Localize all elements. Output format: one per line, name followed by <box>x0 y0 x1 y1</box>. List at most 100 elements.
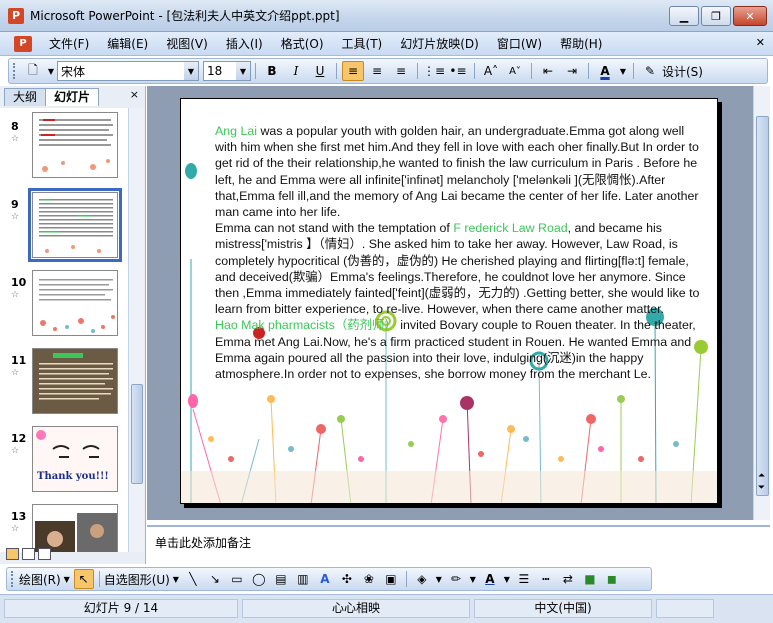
slide-thumbnail[interactable] <box>32 348 118 414</box>
slide-thumbnail[interactable] <box>32 112 118 178</box>
arrow-style-icon[interactable]: ⇄ <box>558 569 578 589</box>
slide-thumbnail[interactable]: Thank you!!! <box>32 426 118 492</box>
decrease-indent-icon[interactable]: ⇤ <box>537 61 559 81</box>
normal-view-icon[interactable] <box>6 548 19 560</box>
textbox-icon[interactable]: ▤ <box>271 569 291 589</box>
chevron-down-icon[interactable]: ▼ <box>434 569 444 589</box>
chevron-down-icon: ▼ <box>236 62 250 80</box>
menu-edit[interactable]: 编辑(E) <box>98 33 157 55</box>
character-name: Ang Lai <box>215 124 258 138</box>
3d-icon[interactable]: ◼ <box>602 569 622 589</box>
slide-sorter-icon[interactable] <box>22 548 35 560</box>
line-color-icon[interactable]: ✏ <box>446 569 466 589</box>
clipart-icon[interactable]: ❀ <box>359 569 379 589</box>
close-button[interactable]: ✕ <box>733 6 767 26</box>
tab-outline[interactable]: 大纲 <box>4 88 47 106</box>
previous-slide-icon[interactable]: ⏶ <box>753 470 770 482</box>
chevron-down-icon[interactable]: ▼ <box>468 569 478 589</box>
chevron-down-icon[interactable]: ▼ <box>502 569 512 589</box>
fill-color-icon[interactable]: ◈ <box>412 569 432 589</box>
status-bar: 幻灯片 9 / 14 心心相映 中文(中国) <box>0 594 773 623</box>
bold-button[interactable]: B <box>261 61 283 81</box>
increase-indent-icon[interactable]: ⇥ <box>561 61 583 81</box>
align-right-icon[interactable]: ≡ <box>390 61 412 81</box>
chevron-down-icon[interactable]: ▼ <box>171 569 181 589</box>
thumbnail-preview <box>39 119 113 172</box>
slide-thumbnail[interactable] <box>32 270 118 336</box>
line-icon[interactable]: ╲ <box>183 569 203 589</box>
menu-view[interactable]: 视图(V) <box>157 33 217 55</box>
font-color-icon[interactable]: A <box>594 61 616 81</box>
slide-nav-arrows: ⏶ ⏷ <box>753 470 770 494</box>
menu-format[interactable]: 格式(O) <box>272 33 333 55</box>
powerpoint-icon[interactable]: P <box>8 7 24 24</box>
paragraph-text: , and became his mistress['mistris 】（情妇）… <box>215 221 700 317</box>
shadow-icon[interactable]: ■ <box>580 569 600 589</box>
align-center-icon[interactable]: ≡ <box>366 61 388 81</box>
notes-pane[interactable]: 单击此处添加备注 <box>147 525 770 565</box>
chevron-down-icon[interactable]: ▼ <box>62 569 72 589</box>
select-pointer-icon[interactable]: ↖ <box>73 569 94 589</box>
scroll-thumb[interactable] <box>131 384 143 484</box>
diagram-icon[interactable]: ✣ <box>337 569 357 589</box>
slide-body-text[interactable]: Ang Lai was a popular youth with golden … <box>199 123 707 382</box>
thumbnail-preview <box>39 279 115 333</box>
doc-close-icon[interactable]: ✕ <box>756 36 765 49</box>
dropdown-icon[interactable]: ▼ <box>46 61 56 81</box>
document-icon[interactable]: P <box>14 35 32 52</box>
line-style-icon[interactable]: ☰ <box>514 569 534 589</box>
decrease-font-icon[interactable]: A˅ <box>504 61 526 81</box>
slide-scrollbar[interactable] <box>753 86 770 520</box>
current-slide[interactable]: Ang Lai was a popular youth with golden … <box>180 98 718 504</box>
scroll-thumb[interactable] <box>756 116 769 496</box>
rectangle-icon[interactable]: ▭ <box>227 569 247 589</box>
design-icon[interactable]: ✎ <box>639 61 661 81</box>
menu-tools[interactable]: 工具(T) <box>333 33 392 55</box>
numbered-list-icon[interactable]: ⋮≡ <box>423 61 445 81</box>
transition-star-icon: ☆ <box>11 446 20 456</box>
slide-thumbnail[interactable] <box>32 504 118 552</box>
oval-icon[interactable]: ◯ <box>249 569 269 589</box>
separator <box>336 63 337 79</box>
menu-file[interactable]: 文件(F) <box>40 33 98 55</box>
arrow-icon[interactable]: ↘ <box>205 569 225 589</box>
chevron-down-icon[interactable]: ▼ <box>618 61 628 81</box>
window-controls: ▁ ❐ ✕ <box>669 6 767 26</box>
slide-thumbnail-selected[interactable] <box>28 188 122 262</box>
underline-button[interactable]: U <box>309 61 331 81</box>
title-bar: P Microsoft PowerPoint - [包法利夫人中英文介绍ppt.… <box>0 0 773 32</box>
wordart-icon[interactable]: A <box>315 569 335 589</box>
font-color-icon[interactable]: A <box>480 569 500 589</box>
menu-help[interactable]: 帮助(H) <box>551 33 611 55</box>
maximize-button[interactable]: ❐ <box>701 6 731 26</box>
autoshapes-button[interactable]: 自选图形(U) <box>104 571 170 588</box>
minimize-button[interactable]: ▁ <box>669 6 699 26</box>
slideshow-icon[interactable] <box>38 548 51 560</box>
italic-button[interactable]: I <box>285 61 307 81</box>
menu-window[interactable]: 窗口(W) <box>488 33 551 55</box>
paragraph-pre: Emma can not stand with the temptation o… <box>215 221 454 236</box>
new-slide-icon[interactable]: 🗋 <box>22 61 44 81</box>
toolbar-grip[interactable] <box>11 571 14 587</box>
font-size-select[interactable]: 18 ▼ <box>203 61 251 81</box>
pane-close-icon[interactable]: × <box>130 88 139 101</box>
paragraph-3: Hao Mak pharmacists（药剂师） invited Bovary … <box>199 317 707 382</box>
menu-slideshow[interactable]: 幻灯片放映(D) <box>391 33 488 55</box>
dash-style-icon[interactable]: ┅ <box>536 569 556 589</box>
separator <box>98 571 100 587</box>
menu-insert[interactable]: 插入(I) <box>217 33 272 55</box>
vertical-textbox-icon[interactable]: ▥ <box>293 569 313 589</box>
chevron-down-icon: ▼ <box>184 62 198 80</box>
tab-slides[interactable]: 幻灯片 <box>45 88 100 106</box>
picture-icon[interactable]: ▣ <box>381 569 401 589</box>
design-button[interactable]: 设计(S) <box>662 63 703 80</box>
thumbnails-scrollbar[interactable] <box>128 108 144 552</box>
font-name-value: 宋体 <box>61 64 86 79</box>
font-name-select[interactable]: 宋体 ▼ <box>57 61 199 81</box>
next-slide-icon[interactable]: ⏷ <box>753 482 770 494</box>
toolbar-grip[interactable] <box>13 63 16 79</box>
increase-font-icon[interactable]: A˄ <box>480 61 502 81</box>
bullet-list-icon[interactable]: •≡ <box>447 61 469 81</box>
align-left-icon[interactable]: ≡ <box>342 61 364 81</box>
draw-menu-button[interactable]: 绘图(R) <box>19 571 61 588</box>
